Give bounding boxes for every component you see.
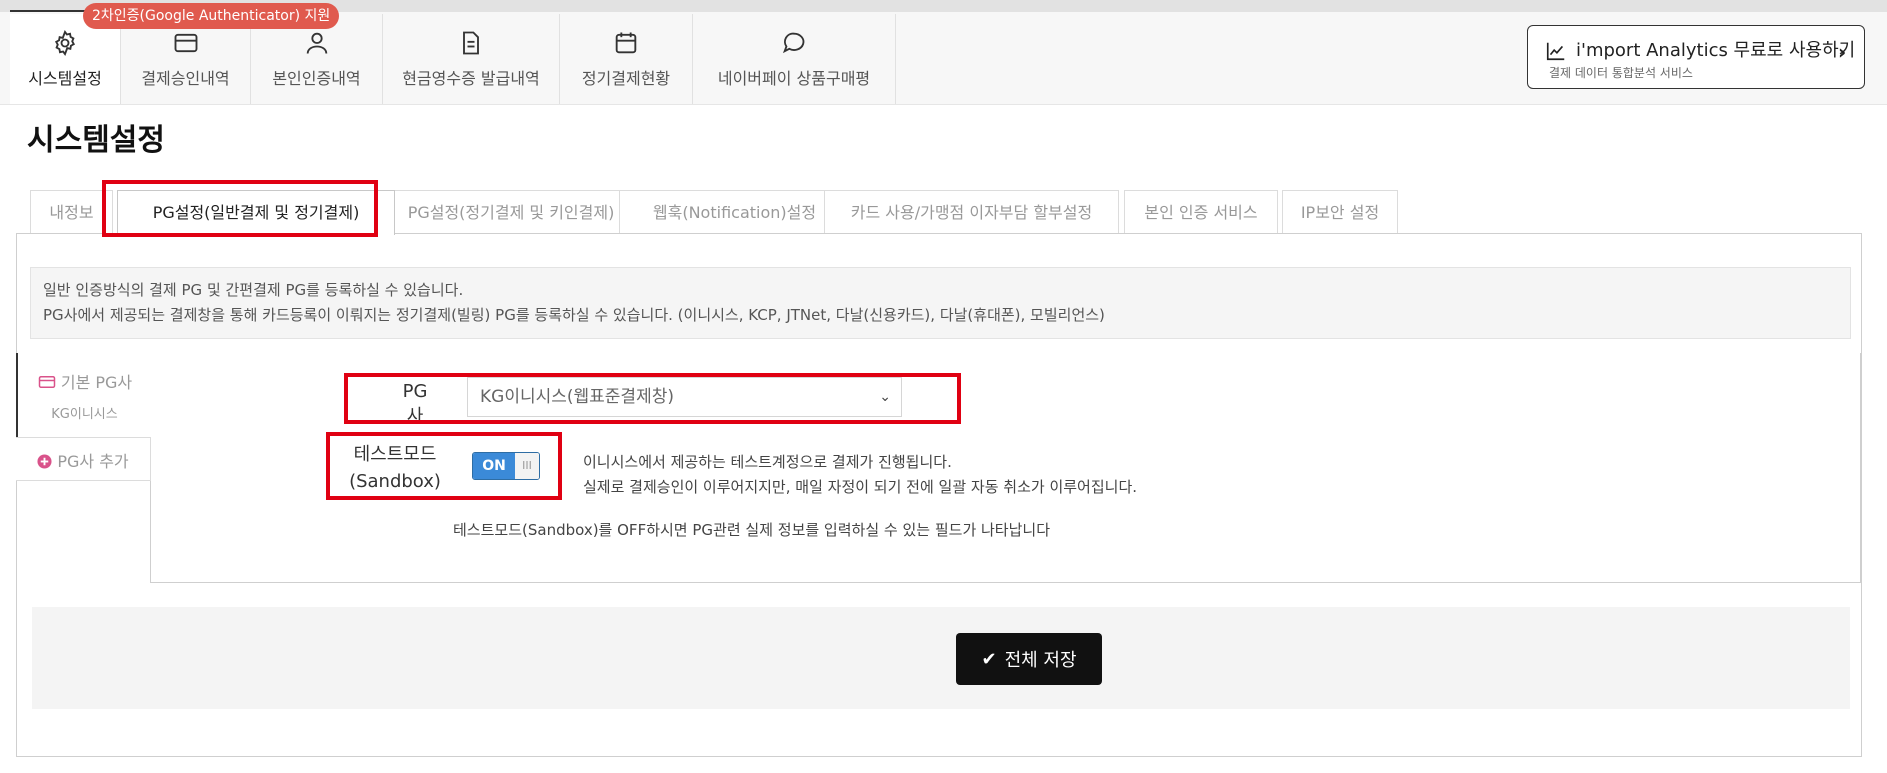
page-title: 시스템설정 — [27, 123, 165, 158]
nav-subscription-status[interactable]: 정기결제현황 — [560, 14, 693, 104]
credit-card-icon — [37, 373, 57, 395]
tab-pg-recurring[interactable]: PG설정(정기결제 및 키인결제) — [370, 190, 652, 234]
document-icon — [457, 29, 485, 57]
nav-naverpay-reviews[interactable]: 네이버페이 상품구매평 — [693, 14, 896, 104]
tab-my-info[interactable]: 내정보 — [30, 190, 113, 234]
tab-webhook[interactable]: 웹훅(Notification)설정 — [619, 190, 850, 234]
calendar-icon — [612, 29, 640, 57]
sidebar-primary-sub: KG이니시스 — [51, 407, 118, 422]
test-mode-desc-1: 이니시스에서 제공하는 테스트계정으로 결제가 진행됩니다. — [583, 453, 952, 471]
analytics-banner-button[interactable]: i'mport Analytics 무료로 사용하기 결제 데이터 통합분석 서… — [1527, 25, 1865, 89]
chevron-right-icon: › — [1838, 40, 1847, 64]
test-mode-label-line2: (Sandbox) — [349, 471, 441, 492]
plus-circle-icon — [37, 454, 52, 473]
save-label: 전체 저장 — [1004, 650, 1077, 671]
user-icon — [303, 29, 331, 57]
chat-bubble-icon — [780, 29, 808, 57]
info-line-2: PG사에서 제공되는 결제창을 통해 카드등록이 이뤄지는 정기결제(빌링) P… — [43, 306, 1105, 324]
nav-label: 본인인증내역 — [272, 69, 361, 88]
toggle-grip: III — [515, 453, 539, 479]
nav-cash-receipts[interactable]: 현금영수증 발급내역 — [383, 14, 560, 104]
tab-card-installment[interactable]: 카드 사용/가맹점 이자부담 할부설정 — [824, 190, 1119, 234]
test-mode-desc-2: 실제로 결제승인이 이루어지지만, 매일 자정이 되기 전에 일괄 자동 취소가… — [583, 478, 1138, 496]
test-mode-label: 테스트모드 (Sandbox) — [340, 441, 450, 495]
tab-ip-security[interactable]: IP보안 설정 — [1282, 190, 1398, 234]
add-pg-label: PG사 추가 — [57, 452, 129, 471]
nav-label: 네이버페이 상품구매평 — [717, 69, 871, 88]
test-mode-label-line1: 테스트모드 — [353, 444, 437, 465]
info-box: 일반 인증방식의 결제 PG 및 간편결제 PG를 등록하실 수 있습니다. P… — [30, 267, 1851, 339]
test-mode-toggle[interactable]: ON III — [472, 452, 540, 480]
pg-select[interactable]: KG이니시스(웹표준결제창) ⌄ — [467, 377, 902, 417]
info-line-1: 일반 인증방식의 결제 PG 및 간편결제 PG를 등록하실 수 있습니다. — [43, 281, 464, 299]
nav-label: 시스템설정 — [28, 69, 102, 88]
analytics-title: i'mport Analytics 무료로 사용하기 — [1576, 40, 1856, 61]
gear-icon — [51, 29, 79, 57]
check-icon: ✔ — [981, 648, 997, 670]
sandbox-note: 테스트모드(Sandbox)를 OFF하시면 PG관련 실제 정보를 입력하실 … — [453, 521, 1051, 539]
nav-label: 정기결제현황 — [581, 69, 671, 88]
toggle-on-label: ON — [473, 453, 515, 479]
pg-label: PG사 — [402, 381, 428, 427]
chevron-down-icon: ⌄ — [879, 389, 891, 405]
sidebar-item-primary-pg[interactable]: 기본 PG사 KG이니시스 — [16, 353, 151, 437]
nav-label: 현금영수증 발급내역 — [402, 69, 540, 88]
add-pg-button[interactable]: PG사 추가 — [16, 437, 151, 481]
sidebar-primary-label: 기본 PG사 — [60, 373, 133, 392]
pg-select-value: KG이니시스(웹표준결제창) — [480, 387, 674, 407]
card-icon — [172, 29, 200, 57]
save-all-button[interactable]: ✔ 전체 저장 — [956, 633, 1102, 685]
nav-label: 결제승인내역 — [141, 69, 230, 88]
tab-pg-general[interactable]: PG설정(일반결제 및 정기결제) — [117, 190, 395, 235]
line-chart-icon — [1545, 40, 1567, 62]
2fa-badge: 2차인증(Google Authenticator) 지원 — [83, 3, 340, 29]
test-mode-description: 이니시스에서 제공하는 테스트계정으로 결제가 진행됩니다. 실제로 결제승인이… — [583, 450, 1137, 500]
tab-identity-service[interactable]: 본인 인증 서비스 — [1124, 190, 1278, 234]
save-bar — [32, 607, 1850, 709]
analytics-subtitle: 결제 데이터 통합분석 서비스 — [1549, 66, 1693, 80]
